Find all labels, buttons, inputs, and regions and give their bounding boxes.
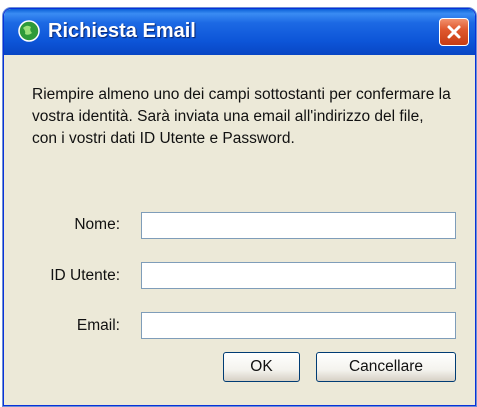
name-label: Nome: — [74, 216, 120, 233]
app-globe-icon — [18, 20, 40, 42]
dialog-body: Riempire almeno uno dei campi sottostant… — [4, 55, 475, 405]
close-icon — [447, 25, 461, 39]
email-request-dialog: Richiesta Email Riempire almeno uno dei … — [3, 8, 476, 406]
user-id-input[interactable] — [141, 262, 456, 289]
email-input[interactable] — [141, 312, 456, 339]
cancel-button[interactable]: Cancellare — [316, 352, 456, 382]
close-button[interactable] — [439, 18, 469, 46]
window-title: Richiesta Email — [48, 20, 196, 42]
ok-button[interactable]: OK — [223, 352, 300, 382]
email-label: Email: — [76, 317, 120, 334]
title-bar[interactable]: Richiesta Email — [4, 9, 475, 55]
user-id-label: ID Utente: — [50, 267, 120, 284]
name-input[interactable] — [141, 212, 456, 239]
instructions-text: Riempire almeno uno dei campi sottostant… — [32, 86, 451, 147]
